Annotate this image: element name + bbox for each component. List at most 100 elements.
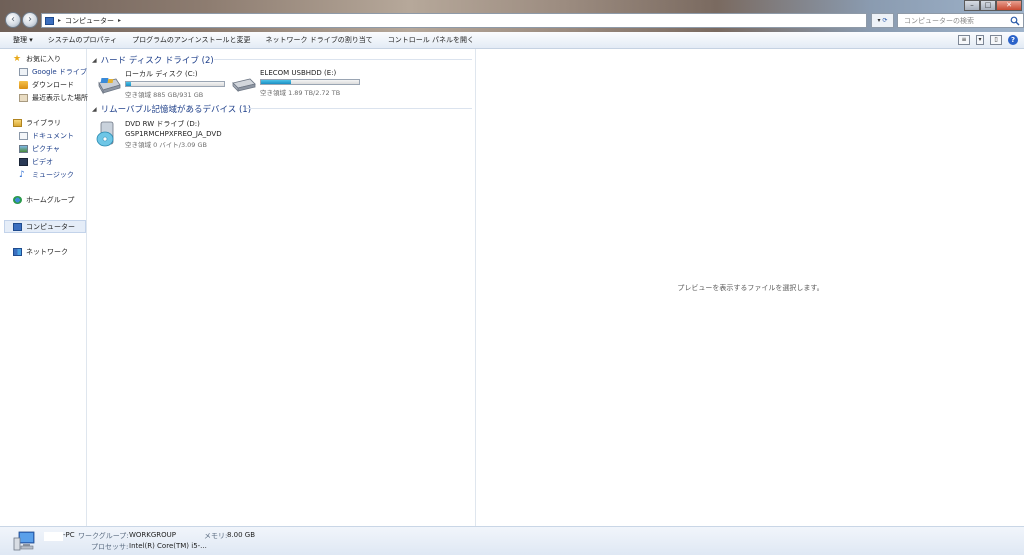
local-disk-icon — [98, 78, 121, 95]
drive-item-e[interactable]: ELECOM USBHDD (E:) 空き領域 1.89 TB/2.72 TB — [229, 67, 369, 99]
drive-name: ローカル ディスク (C:) — [125, 70, 198, 78]
search-icon[interactable] — [1010, 16, 1020, 26]
nav-item-pictures[interactable]: ピクチャ — [19, 144, 60, 154]
nav-item-label: Google ドライブ — [32, 68, 87, 76]
dropdown-arrow-icon[interactable]: ▾ — [877, 17, 880, 24]
title-bar: ‹ › ▸ コンピューター ▸ ▾ ⟳ コンピューターの検索 – □ ✕ — [0, 0, 1024, 32]
close-button[interactable]: ✕ — [996, 0, 1022, 11]
nav-item-label: ホームグループ — [26, 196, 75, 204]
refresh-icon[interactable]: ⟳ — [882, 17, 887, 24]
nav-item-label: ライブラリ — [26, 119, 61, 127]
system-properties-button[interactable]: システムのプロパティ — [48, 35, 117, 45]
search-input[interactable]: コンピューターの検索 — [897, 13, 1024, 28]
pictures-icon — [19, 145, 28, 153]
processor-value: Intel(R) Core(TM) i5-... — [129, 542, 207, 550]
processor-label: プロセッサ: — [91, 543, 129, 551]
workgroup-label: ワークグループ: — [78, 532, 129, 540]
nav-item-computer[interactable]: コンピューター — [13, 222, 75, 232]
back-button[interactable]: ‹ — [5, 12, 21, 28]
dvd-drive-icon — [96, 121, 114, 147]
group-divider — [246, 108, 472, 109]
collapse-triangle-icon[interactable]: ◢ — [92, 57, 97, 64]
drive-free-space: 空き領域 1.89 TB/2.72 TB — [260, 89, 341, 97]
drive-item-c[interactable]: ローカル ディスク (C:) 空き領域 885 GB/931 GB — [94, 67, 226, 99]
disk-usage-fill — [126, 82, 131, 86]
nav-item-label: 最近表示した場所 — [32, 94, 88, 102]
forward-button[interactable]: › — [22, 12, 38, 28]
drive-item-d[interactable]: DVD RW ドライブ (D:) GSP1RMCHPXFREO_JA_DVD 空… — [94, 117, 244, 151]
pc-name: -PC — [63, 531, 75, 539]
group-divider — [214, 59, 472, 60]
content-pane: ◢ ハード ディスク ドライブ (2) ローカル ディスク (C:) 空き領域 … — [88, 49, 475, 526]
nav-item-label: コンピューター — [26, 223, 75, 231]
nav-item-label: ピクチャ — [32, 145, 60, 153]
uninstall-program-button[interactable]: プログラムのアンインストールと変更 — [132, 35, 250, 45]
group-header-removable[interactable]: ◢ リムーバブル記憶域があるデバイス (1) — [92, 103, 251, 115]
preview-pane-icon[interactable]: ▯ — [990, 35, 1002, 45]
drive-name: DVD RW ドライブ (D:) — [125, 120, 200, 128]
disk-usage-bar — [125, 81, 225, 87]
nav-item-videos[interactable]: ビデオ — [19, 157, 53, 167]
drive-name: ELECOM USBHDD (E:) — [260, 69, 337, 77]
search-placeholder: コンピューターの検索 — [904, 16, 974, 25]
nav-item-recent[interactable]: 最近表示した場所 — [19, 93, 88, 103]
breadcrumb-arrow-icon[interactable]: ▸ — [118, 17, 121, 24]
memory-value: 8.00 GB — [227, 531, 256, 539]
history-refresh-group[interactable]: ▾ ⟳ — [871, 13, 894, 28]
memory-label: メモリ: — [204, 532, 228, 540]
drive-free-space: 空き領域 0 バイト/3.09 GB — [125, 141, 207, 149]
network-icon — [13, 248, 22, 256]
view-options-icon[interactable]: ≡ — [958, 35, 970, 45]
collapse-triangle-icon[interactable]: ◢ — [92, 106, 97, 113]
computer-monitor-icon — [13, 531, 35, 551]
group-title: ハード ディスク ドライブ (2) — [100, 56, 214, 66]
pc-name-redaction — [44, 532, 63, 541]
drive-free-space: 空き領域 885 GB/931 GB — [125, 91, 204, 99]
view-controls: ≡ ▾ ▯ ? — [958, 35, 1018, 45]
maximize-button[interactable]: □ — [980, 0, 996, 11]
homegroup-icon — [13, 196, 22, 204]
computer-icon — [45, 16, 54, 25]
libraries-icon — [13, 119, 22, 127]
nav-item-label: ビデオ — [32, 158, 53, 166]
disk-usage-bar — [260, 79, 360, 85]
organize-menu[interactable]: 整理 ▾ — [13, 35, 33, 45]
preview-message: プレビューを表示するファイルを選択します。 — [677, 284, 824, 292]
nav-item-label: ネットワーク — [26, 248, 68, 256]
videos-icon — [19, 158, 28, 166]
breadcrumb-arrow-icon[interactable]: ▸ — [58, 17, 61, 24]
music-icon: ♪ — [19, 170, 25, 180]
nav-item-label: ドキュメント — [32, 132, 74, 140]
window-controls: – □ ✕ — [964, 0, 1022, 11]
recent-places-icon — [19, 94, 28, 102]
nav-item-network[interactable]: ネットワーク — [13, 247, 68, 257]
nav-item-label: お気に入り — [26, 55, 61, 63]
google-drive-icon — [19, 68, 28, 76]
view-dropdown-icon[interactable]: ▾ — [976, 35, 984, 45]
nav-item-downloads[interactable]: ダウンロード — [19, 80, 74, 90]
help-icon[interactable]: ? — [1008, 35, 1018, 45]
group-header-hard-disk[interactable]: ◢ ハード ディスク ドライブ (2) — [92, 54, 214, 66]
preview-pane: プレビューを表示するファイルを選択します。 — [475, 49, 1024, 526]
open-control-panel-button[interactable]: コントロール パネルを開く — [388, 35, 474, 45]
nav-item-label: ダウンロード — [32, 81, 74, 89]
command-bar: 整理 ▾ システムのプロパティ プログラムのアンインストールと変更 ネットワーク… — [0, 32, 1024, 49]
minimize-button[interactable]: – — [964, 0, 980, 11]
nav-item-label: ミュージック — [32, 171, 74, 179]
nav-item-google-drive[interactable]: Google ドライブ — [19, 67, 87, 77]
disk-usage-fill — [261, 80, 292, 84]
address-bar[interactable]: ▸ コンピューター ▸ — [41, 13, 867, 28]
documents-icon — [19, 132, 28, 140]
nav-item-libraries[interactable]: ライブラリ — [13, 118, 61, 128]
star-icon: ★ — [13, 54, 22, 64]
nav-item-homegroup[interactable]: ホームグループ — [13, 195, 74, 205]
external-disk-icon — [232, 78, 256, 92]
nav-item-favorites[interactable]: ★ お気に入り — [13, 54, 61, 64]
nav-item-documents[interactable]: ドキュメント — [19, 131, 74, 141]
breadcrumb-computer[interactable]: コンピューター — [65, 16, 114, 26]
navigation-pane: ★ お気に入り Google ドライブ ダウンロード 最近表示した場所 ライブラ… — [0, 49, 88, 526]
map-network-drive-button[interactable]: ネットワーク ドライブの割り当て — [266, 35, 373, 45]
workgroup-value: WORKGROUP — [129, 531, 177, 539]
details-pane: -PC ワークグループ: WORKGROUP メモリ: 8.00 GB プロセッ… — [0, 526, 1024, 555]
nav-item-music[interactable]: ♪ ミュージック — [19, 170, 74, 180]
